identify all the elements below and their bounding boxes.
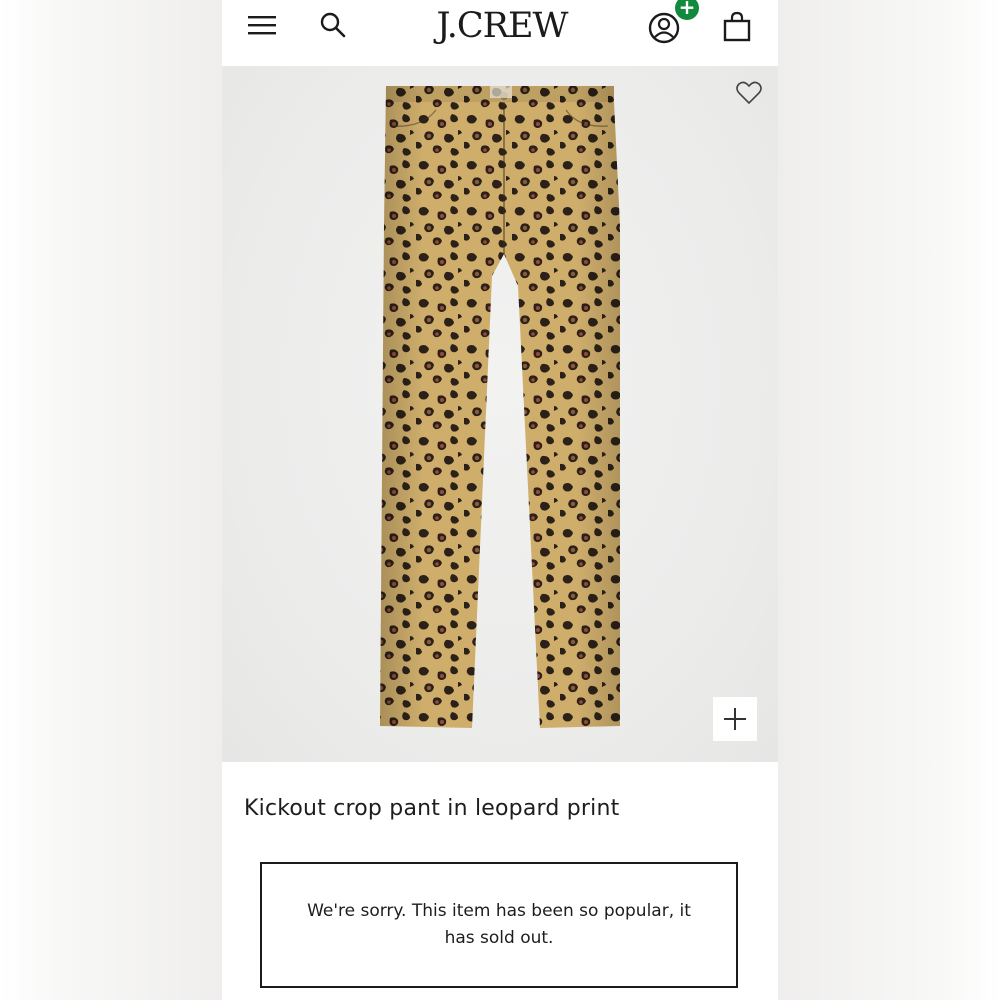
heart-icon xyxy=(736,81,762,105)
product-image[interactable] xyxy=(222,66,778,762)
brand-logo[interactable]: J.CREW xyxy=(402,4,602,48)
hamburger-menu-icon xyxy=(248,16,276,35)
product-page: J.CREW + Kickout crop pant in leopard pr… xyxy=(222,0,778,1000)
sold-out-message: We're sorry. This item has been so popul… xyxy=(307,901,691,948)
account-plus-badge: + xyxy=(675,0,699,20)
site-header: J.CREW + xyxy=(222,0,778,66)
shopping-bag-icon xyxy=(723,11,751,42)
plus-icon xyxy=(724,708,746,730)
menu-button[interactable] xyxy=(244,8,280,42)
leopard-pants-photo xyxy=(380,86,620,728)
zoom-button[interactable] xyxy=(713,697,757,741)
search-icon xyxy=(320,12,346,38)
product-title: Kickout crop pant in leopard print xyxy=(244,796,620,821)
account-icon xyxy=(648,12,680,44)
search-button[interactable] xyxy=(316,8,350,42)
sold-out-notice: We're sorry. This item has been so popul… xyxy=(260,862,738,988)
shopping-bag-button[interactable] xyxy=(720,10,754,44)
wishlist-button[interactable] xyxy=(734,78,764,108)
